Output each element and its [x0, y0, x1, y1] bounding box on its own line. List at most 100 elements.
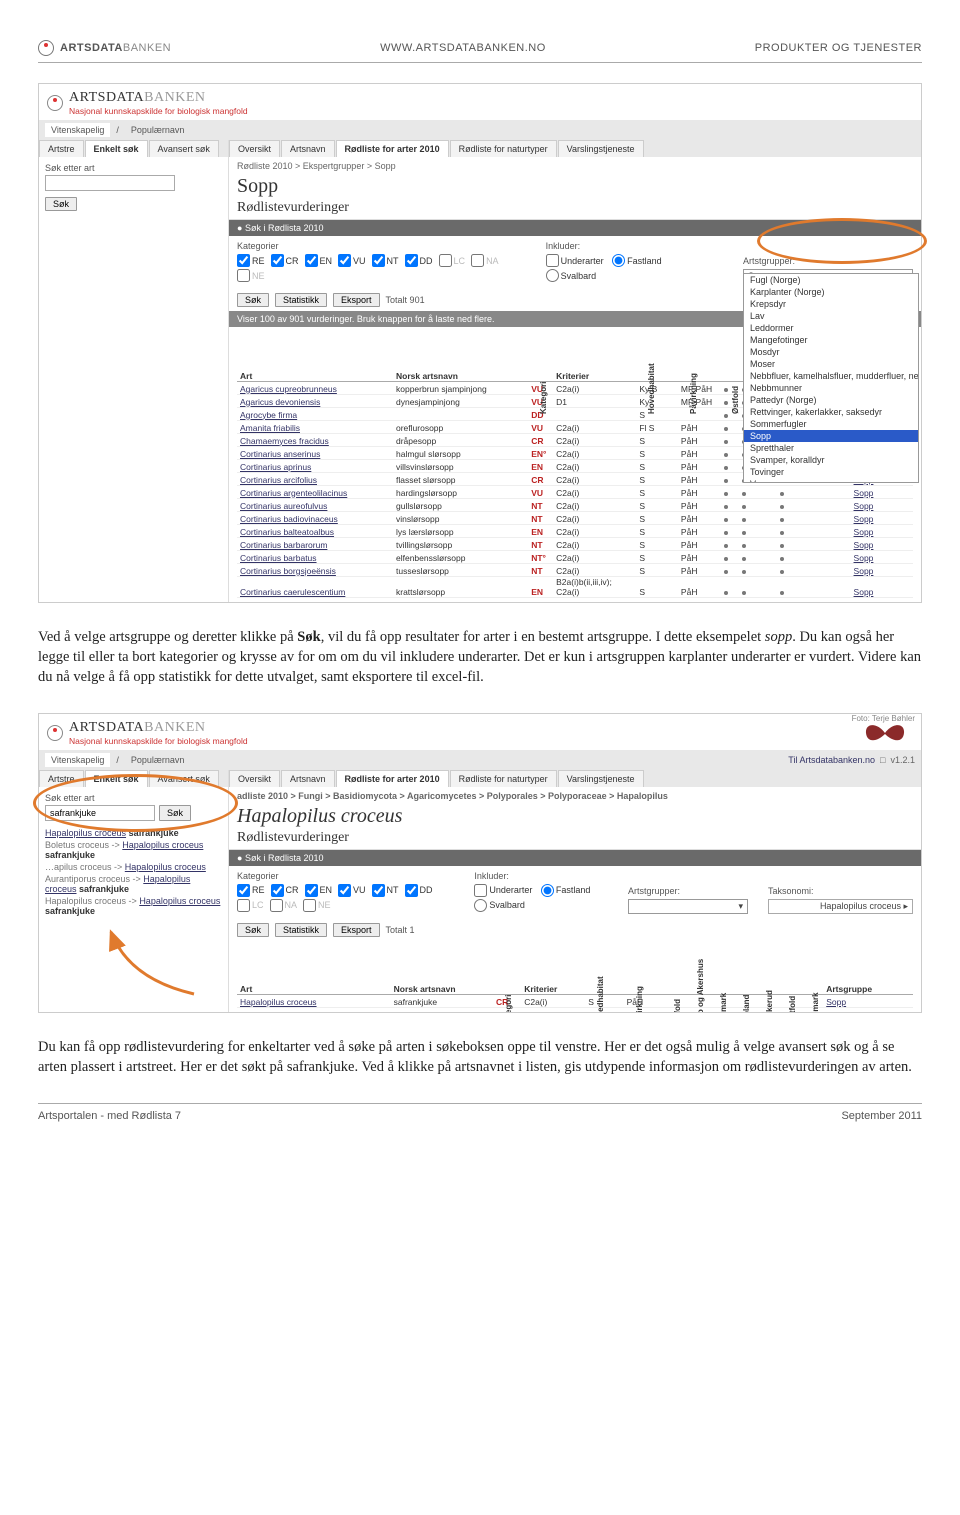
- col-art[interactable]: Art: [237, 947, 391, 995]
- suggestion-item[interactable]: Aurantiporus croceus -> Hapalopilus croc…: [39, 873, 228, 895]
- table-row[interactable]: Cortinarius caerulescentiumkrattslørsopp…: [237, 576, 913, 597]
- search-button[interactable]: Søk: [159, 805, 191, 821]
- chk-cat-re[interactable]: RE: [237, 254, 265, 267]
- dropdown-option[interactable]: Veps: [744, 478, 918, 483]
- species-link[interactable]: Cortinarius barbatus: [240, 553, 317, 563]
- toggle-popular[interactable]: Populærnavn: [125, 753, 191, 767]
- tab-artsnavn[interactable]: Artsnavn: [281, 770, 335, 787]
- col-kriterier[interactable]: Kriterier: [553, 333, 636, 381]
- table-row[interactable]: Cortinarius borgsjoeënsistusseslørsoppNT…: [237, 563, 913, 576]
- dropdown-option[interactable]: Mangefotinger: [744, 334, 918, 346]
- dropdown-option[interactable]: Pattedyr (Norge): [744, 394, 918, 406]
- suggestion-item[interactable]: Hapalopilus croceus safrankjuke: [39, 827, 228, 839]
- col-artsgruppe[interactable]: Artsgruppe: [823, 947, 913, 995]
- species-group-link[interactable]: Sopp: [854, 553, 874, 563]
- dropdown-option[interactable]: Nebbfluer, kamelhalsfluer, mudderfluer, …: [744, 370, 918, 382]
- chk-cat-na[interactable]: NA: [471, 254, 499, 267]
- species-group-link[interactable]: Sopp: [854, 488, 874, 498]
- chk-cat-cr[interactable]: CR: [271, 254, 299, 267]
- species-link[interactable]: Cortinarius caerulescentium: [240, 587, 345, 597]
- col-kriterier[interactable]: Kriterier: [521, 947, 585, 995]
- dropdown-option[interactable]: Spretthaler: [744, 442, 918, 454]
- radio-fastland[interactable]: Fastland: [612, 254, 662, 267]
- col-art[interactable]: Art: [237, 333, 393, 381]
- chk-cat-dd[interactable]: DD: [405, 254, 433, 267]
- toggle-scientific[interactable]: Vitenskapelig: [45, 753, 110, 767]
- dropdown-option[interactable]: Nebbmunner: [744, 382, 918, 394]
- species-link[interactable]: Cortinarius argenteolilacinus: [240, 488, 347, 498]
- name-toggle[interactable]: Vitenskapelig/ Populærnavn: [45, 123, 190, 137]
- filter-eksport-button[interactable]: Eksport: [333, 923, 380, 937]
- species-link[interactable]: Cortinarius aprinus: [240, 462, 311, 472]
- chk-cat-lc[interactable]: LC: [439, 254, 466, 267]
- chk-cat-en[interactable]: EN: [305, 254, 333, 267]
- table-row[interactable]: Cortinarius barbatuselfenbensslørsoppNT°…: [237, 550, 913, 563]
- species-link[interactable]: Cortinarius borgsjoeënsis: [240, 566, 336, 576]
- artsgrupper-select[interactable]: ▾: [628, 899, 748, 914]
- table-row[interactable]: Cortinarius aureofulvusgullslørsoppNTC2a…: [237, 498, 913, 511]
- species-link[interactable]: Cortinarius badiovinaceus: [240, 514, 338, 524]
- search-input[interactable]: [45, 805, 155, 821]
- chk-cat-vu[interactable]: VU: [338, 254, 366, 267]
- species-group-link[interactable]: Sopp: [854, 514, 874, 524]
- species-link[interactable]: Chamaemyces fracidus: [240, 436, 329, 446]
- radio-svalbard[interactable]: Svalbard: [474, 899, 525, 912]
- species-group-link[interactable]: Sopp: [854, 566, 874, 576]
- col-kategori[interactable]: Kategori: [539, 402, 548, 414]
- toggle-scientific[interactable]: Vitenskapelig: [45, 123, 110, 137]
- tab-artstre[interactable]: Artstre: [39, 140, 84, 157]
- chk-cat-na[interactable]: NA: [270, 899, 298, 912]
- dropdown-option[interactable]: Svamper, koralldyr: [744, 454, 918, 466]
- chk-cat-re[interactable]: RE: [237, 884, 265, 897]
- dropdown-option[interactable]: Rettvinger, kakerlakker, saksedyr: [744, 406, 918, 418]
- species-link[interactable]: Cortinarius barbarorum: [240, 540, 327, 550]
- tab-rodliste-natur[interactable]: Rødliste for naturtyper: [450, 140, 557, 157]
- species-link[interactable]: Cortinarius aureofulvus: [240, 501, 327, 511]
- search-input[interactable]: [45, 175, 175, 191]
- table-row[interactable]: Cortinarius argenteolilacinushardingslør…: [237, 485, 913, 498]
- tab-rodliste-arter[interactable]: Rødliste for arter 2010: [336, 140, 449, 157]
- species-link[interactable]: Amanita friabilis: [240, 423, 300, 433]
- dropdown-option[interactable]: Krepsdyr: [744, 298, 918, 310]
- species-link[interactable]: Agaricus cupreobrunneus: [240, 384, 337, 394]
- tab-avansert-sok[interactable]: Avansert søk: [149, 140, 219, 157]
- col-pavirkning[interactable]: Påvirkning: [689, 402, 698, 414]
- tab-varsling[interactable]: Varslingstjeneste: [558, 140, 644, 157]
- col-norsk[interactable]: Norsk artsnavn: [393, 333, 528, 381]
- species-link[interactable]: Cortinarius anserinus: [240, 449, 320, 459]
- chk-cat-ne[interactable]: NE: [303, 899, 331, 912]
- tab-avansert-sok[interactable]: Avansert søk: [149, 770, 219, 787]
- radio-svalbard[interactable]: Svalbard: [546, 269, 597, 282]
- search-suggestions[interactable]: Hapalopilus croceus safrankjukeBoletus c…: [39, 827, 228, 917]
- table-row[interactable]: Cortinarius badiovinaceusvinslørsoppNTC2…: [237, 511, 913, 524]
- taxonomy-chip[interactable]: Hapalopilus croceus ▸: [768, 899, 913, 914]
- dropdown-option[interactable]: Moser: [744, 358, 918, 370]
- dropdown-option[interactable]: Leddormer: [744, 322, 918, 334]
- chk-cat-dd[interactable]: DD: [405, 884, 433, 897]
- suggestion-item[interactable]: Boletus croceus -> Hapalopilus croceus s…: [39, 839, 228, 861]
- chk-underarter[interactable]: Underarter: [474, 884, 532, 897]
- tab-artstre[interactable]: Artstre: [39, 770, 84, 787]
- artsgrupper-dropdown[interactable]: Fugl (Norge)Karplanter (Norge)KrepsdyrLa…: [743, 273, 919, 483]
- chk-underarter[interactable]: Underarter: [546, 254, 604, 267]
- species-group-link[interactable]: Sopp: [854, 540, 874, 550]
- breadcrumb[interactable]: adliste 2010 > Fungi > Basidiomycota > A…: [229, 787, 921, 805]
- species-group-link[interactable]: Sopp: [854, 527, 874, 537]
- dropdown-option[interactable]: Sopp: [744, 430, 918, 442]
- table-row[interactable]: Cortinarius balteatoalbuslys lærslørsopp…: [237, 524, 913, 537]
- tab-enkelt-sok[interactable]: Enkelt søk: [85, 770, 148, 787]
- dropdown-option[interactable]: Lav: [744, 310, 918, 322]
- chk-cat-vu[interactable]: VU: [338, 884, 366, 897]
- search-button[interactable]: Søk: [45, 197, 77, 211]
- table-row[interactable]: Cortinarius barbarorumtvillingslørsoppNT…: [237, 537, 913, 550]
- dropdown-option[interactable]: Fugl (Norge): [744, 274, 918, 286]
- chk-cat-lc[interactable]: LC: [237, 899, 264, 912]
- filter-statistikk-button[interactable]: Statistikk: [275, 293, 327, 307]
- tab-rodliste-arter[interactable]: Rødliste for arter 2010: [336, 770, 449, 787]
- radio-fastland[interactable]: Fastland: [541, 884, 591, 897]
- tab-oversikt[interactable]: Oversikt: [229, 140, 280, 157]
- name-toggle[interactable]: Vitenskapelig/ Populærnavn: [45, 753, 190, 767]
- toggle-popular[interactable]: Populærnavn: [125, 123, 191, 137]
- dropdown-option[interactable]: Sommerfugler: [744, 418, 918, 430]
- species-group-link[interactable]: Sopp: [854, 501, 874, 511]
